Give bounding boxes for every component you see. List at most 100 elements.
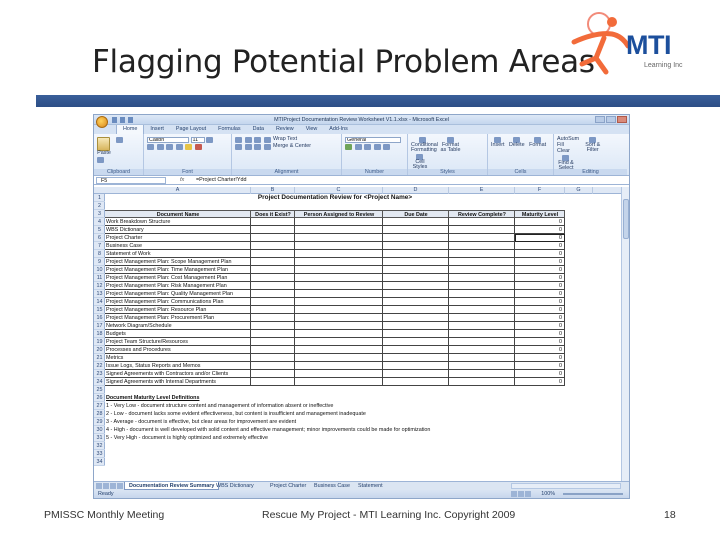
exists-cell[interactable] [251,330,295,338]
paste-button[interactable]: Paste [97,136,111,156]
format-as-table-button[interactable]: Format as Table [440,136,462,153]
orientation-icon[interactable] [263,137,271,143]
name-box[interactable]: F5 [96,176,166,184]
row-header[interactable]: 33 [94,450,105,458]
document-name-cell[interactable]: Budgets [105,330,251,338]
wrap-text-button[interactable]: Wrap Text [273,136,297,142]
row-header[interactable]: 27 [94,402,105,410]
borders-icon[interactable] [175,144,183,150]
maturity-level-cell[interactable]: 0 [515,218,565,226]
sheet-tab[interactable]: Business Case [310,482,354,490]
due-date-cell[interactable] [383,354,449,362]
align-center-icon[interactable] [244,144,252,150]
due-date-cell[interactable] [383,242,449,250]
maturity-level-cell[interactable]: 0 [515,258,565,266]
document-name-cell[interactable]: Project Management Plan: Resource Plan [105,306,251,314]
prev-sheet-icon[interactable] [103,483,109,489]
review-complete-cell[interactable] [449,234,515,242]
column-title[interactable]: Due Date [383,210,449,218]
exists-cell[interactable] [251,322,295,330]
document-name-cell[interactable]: Project Charter [105,234,251,242]
exists-cell[interactable] [251,234,295,242]
assignee-cell[interactable] [295,298,383,306]
maturity-level-cell[interactable]: 0 [515,250,565,258]
worksheet-grid[interactable]: ABCDEFG 1 2 3 4 5 6 7 8 9 10 11 12 13 14 15 16 17 18 19 20 2… [94,187,629,483]
row-header[interactable]: 6 [94,234,105,242]
exists-cell[interactable] [251,298,295,306]
review-complete-cell[interactable] [449,282,515,290]
column-title[interactable]: Person Assigned to Review [295,210,383,218]
row-header[interactable]: 7 [94,242,105,250]
fill-color-icon[interactable] [185,144,192,150]
tab-formulas[interactable]: Formulas [212,125,246,134]
exists-cell[interactable] [251,314,295,322]
sheet-tab[interactable]: Documentation Review Summary [124,482,220,490]
assignee-cell[interactable] [295,370,383,378]
tab-insert[interactable]: Insert [144,125,169,134]
due-date-cell[interactable] [383,258,449,266]
align-right-icon[interactable] [254,144,261,150]
tab-data[interactable]: Data [247,125,270,134]
review-complete-cell[interactable] [449,266,515,274]
document-name-cell[interactable]: Project Management Plan: Communications … [105,298,251,306]
review-complete-cell[interactable] [449,346,515,354]
sort-filter-button[interactable]: Sort & Filter [584,136,602,153]
exists-cell[interactable] [251,282,295,290]
row-header[interactable]: 9 [94,258,105,266]
review-complete-cell[interactable] [449,314,515,322]
assignee-cell[interactable] [295,226,383,234]
sheet-tab[interactable]: Statement [354,482,387,490]
maturity-level-cell[interactable]: 0 [515,234,565,242]
due-date-cell[interactable] [383,314,449,322]
cell-styles-button[interactable]: Cell Styles [411,153,429,170]
exists-cell[interactable] [251,378,295,386]
row-header[interactable]: 34 [94,458,105,466]
row-header[interactable]: 21 [94,354,105,362]
due-date-cell[interactable] [383,266,449,274]
maturity-level-cell[interactable]: 0 [515,362,565,370]
maturity-level-cell[interactable]: 0 [515,290,565,298]
column-title[interactable]: Document Name [105,210,251,218]
zoom-slider[interactable] [563,493,623,495]
align-left-icon[interactable] [235,144,242,150]
document-name-cell[interactable]: Metrics [105,354,251,362]
page-layout-view-icon[interactable] [518,491,524,497]
assignee-cell[interactable] [295,258,383,266]
definitions-title[interactable]: Document Maturity Level Definitions [106,394,199,402]
document-name-cell[interactable]: Business Case [105,242,251,250]
row-header[interactable]: 8 [94,250,105,258]
due-date-cell[interactable] [383,306,449,314]
font-name-combo[interactable]: Calibri [147,137,189,143]
column-header-c[interactable]: C [295,187,383,194]
exists-cell[interactable] [251,266,295,274]
document-name-cell[interactable]: Network Diagram/Schedule [105,322,251,330]
review-complete-cell[interactable] [449,226,515,234]
review-complete-cell[interactable] [449,322,515,330]
maturity-level-cell[interactable]: 0 [515,242,565,250]
review-complete-cell[interactable] [449,258,515,266]
column-header-f[interactable]: F [515,187,565,194]
document-name-cell[interactable]: Project Management Plan: Scope Managemen… [105,258,251,266]
document-name-cell[interactable]: Issue Logs, Status Reports and Memos [105,362,251,370]
row-header[interactable]: 5 [94,226,105,234]
assignee-cell[interactable] [295,250,383,258]
increase-decimal-icon[interactable] [373,144,381,150]
assignee-cell[interactable] [295,362,383,370]
row-header[interactable]: 11 [94,274,105,282]
comma-icon[interactable] [364,144,371,150]
due-date-cell[interactable] [383,346,449,354]
row-header[interactable]: 2 [94,202,105,210]
insert-cells-button[interactable]: Insert [491,136,504,148]
assignee-cell[interactable] [295,322,383,330]
exists-cell[interactable] [251,362,295,370]
exists-cell[interactable] [251,242,295,250]
exists-cell[interactable] [251,274,295,282]
column-header-b[interactable]: B [251,187,295,194]
align-top-icon[interactable] [235,137,242,143]
document-name-cell[interactable]: Statement of Work [105,250,251,258]
maturity-level-cell[interactable]: 0 [515,306,565,314]
row-header[interactable]: 23 [94,370,105,378]
document-name-cell[interactable]: Project Management Plan: Cost Management… [105,274,251,282]
row-header[interactable]: 17 [94,322,105,330]
exists-cell[interactable] [251,250,295,258]
